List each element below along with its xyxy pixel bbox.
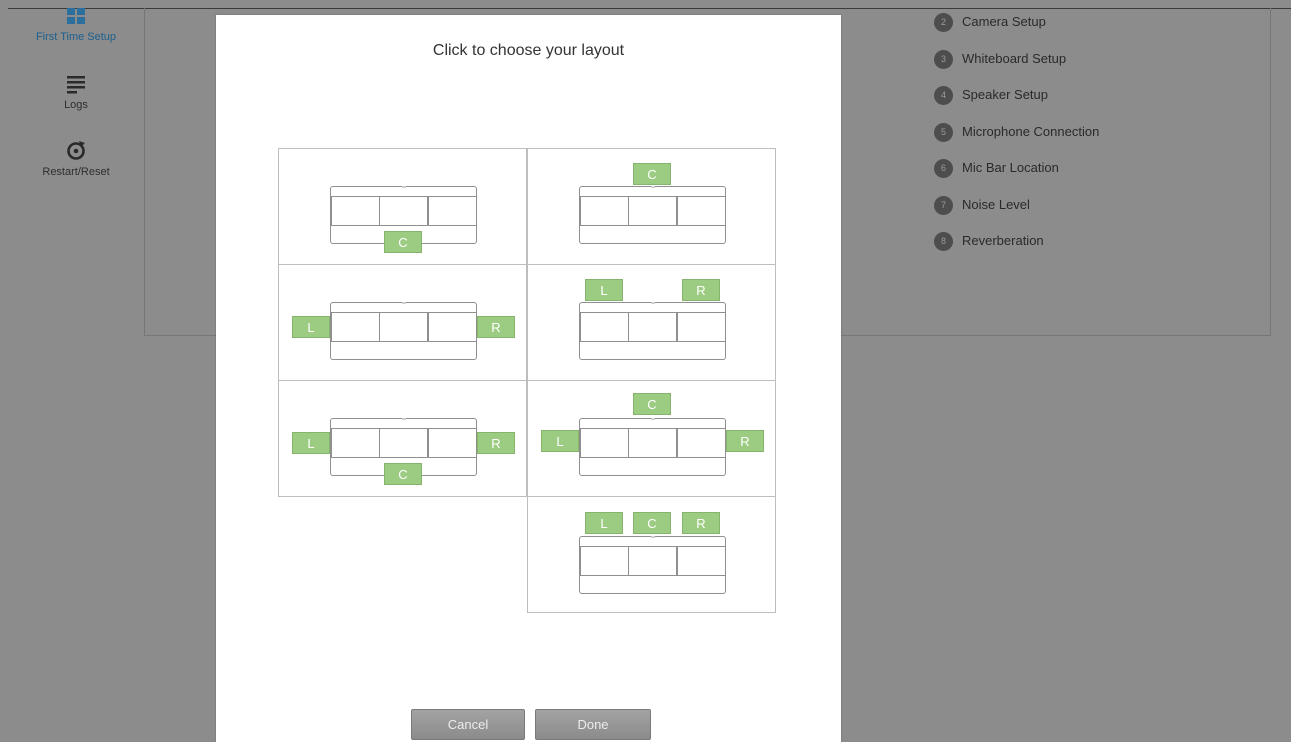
step-noise-level[interactable]: 7 Noise Level [934, 195, 1030, 215]
step-number-badge: 3 [934, 49, 953, 69]
step-number-badge: 6 [934, 158, 953, 178]
layout-chooser-dialog: Click to choose your layout C C L R L R … [216, 15, 841, 742]
seat [428, 196, 477, 226]
seat [580, 312, 629, 342]
seat [379, 312, 428, 342]
layout-option-left-right-above[interactable]: L R [527, 264, 776, 381]
seat [580, 196, 629, 226]
step-label: Noise Level [962, 197, 1030, 212]
seat [677, 312, 726, 342]
step-label: Camera Setup [962, 14, 1046, 29]
step-speaker-setup[interactable]: 4 Speaker Setup [934, 85, 1048, 105]
room-table [579, 418, 726, 476]
speaker-center: C [633, 512, 671, 534]
step-number-badge: 7 [934, 195, 953, 215]
dialog-title: Click to choose your layout [432, 42, 625, 59]
layout-option-left-right-sides-center-below[interactable]: L R C [278, 380, 527, 497]
layout-option-left-right-sides[interactable]: L R [278, 264, 527, 381]
seat [428, 312, 477, 342]
sidebar-item-restart-reset[interactable]: Restart/Reset [8, 139, 144, 178]
speaker-left: L [292, 316, 330, 338]
done-button[interactable]: Done [535, 709, 651, 740]
speaker-right: R [477, 316, 515, 338]
mic-bar-marker [402, 186, 406, 188]
step-reverberation[interactable]: 8 Reverberation [934, 231, 1044, 251]
seat [628, 428, 677, 458]
seat [331, 428, 380, 458]
seat [580, 428, 629, 458]
step-number-badge: 5 [934, 122, 953, 142]
speaker-right: R [682, 279, 720, 301]
seat [331, 312, 380, 342]
speaker-center: C [384, 463, 422, 485]
seat [677, 196, 726, 226]
sidebar-item-logs[interactable]: Logs [8, 74, 144, 111]
mic-bar-marker [651, 536, 655, 538]
step-camera-setup[interactable]: 2 Camera Setup [934, 12, 1046, 32]
step-label: Whiteboard Setup [962, 51, 1067, 66]
speaker-left: L [292, 432, 330, 454]
speaker-left: L [585, 512, 623, 534]
room-table [579, 536, 726, 594]
speaker-center: C [633, 163, 671, 185]
sidebar-item-label: Restart/Reset [42, 166, 110, 178]
room-table [330, 302, 477, 360]
room-table [579, 302, 726, 360]
mic-bar-marker [651, 186, 655, 188]
seat [677, 428, 726, 458]
grid-icon [8, 8, 144, 29]
lines-icon [8, 74, 144, 97]
sidebar-item-label: First Time Setup [35, 31, 117, 43]
sidebar-item-first-time-setup[interactable]: First Time Setup [8, 8, 144, 43]
step-label: Mic Bar Location [962, 160, 1059, 175]
speaker-right: R [726, 430, 764, 452]
step-whiteboard-setup[interactable]: 3 Whiteboard Setup [934, 49, 1066, 69]
step-microphone-connection[interactable]: 5 Microphone Connection [934, 122, 1099, 142]
layout-option-left-right-sides-center-above[interactable]: L R C [527, 380, 776, 497]
seat [628, 546, 677, 576]
step-label: Speaker Setup [962, 87, 1049, 102]
step-label: Microphone Connection [962, 124, 1100, 139]
layout-option-center-below[interactable]: C [278, 148, 527, 265]
seat [379, 428, 428, 458]
step-number-badge: 2 [934, 12, 953, 32]
seat [331, 196, 380, 226]
speaker-right: R [682, 512, 720, 534]
mic-bar-marker [402, 418, 406, 420]
speaker-left: L [585, 279, 623, 301]
seat [379, 196, 428, 226]
layout-options-grid: C C L R L R L R C L R C L C R [278, 148, 776, 615]
step-number-badge: 4 [934, 85, 953, 105]
seat [580, 546, 629, 576]
speaker-left: L [541, 430, 579, 452]
mic-bar-marker [402, 302, 406, 304]
speaker-center: C [384, 231, 422, 253]
sidebar-item-label: Logs [64, 99, 88, 111]
seat [677, 546, 726, 576]
mic-bar-marker [651, 302, 655, 304]
seat [628, 312, 677, 342]
speaker-right: R [477, 432, 515, 454]
layout-option-left-center-right-above[interactable]: L C R [527, 496, 776, 613]
step-mic-bar-location[interactable]: 6 Mic Bar Location [934, 158, 1059, 178]
cancel-button[interactable]: Cancel [411, 709, 525, 740]
speaker-center: C [633, 393, 671, 415]
seat [628, 196, 677, 226]
step-number-badge: 8 [934, 231, 953, 251]
mic-bar-marker [651, 418, 655, 420]
room-table [579, 186, 726, 244]
restart-icon [8, 139, 144, 164]
step-label: Reverberation [962, 233, 1044, 248]
layout-option-center-above[interactable]: C [527, 148, 776, 265]
seat [428, 428, 477, 458]
